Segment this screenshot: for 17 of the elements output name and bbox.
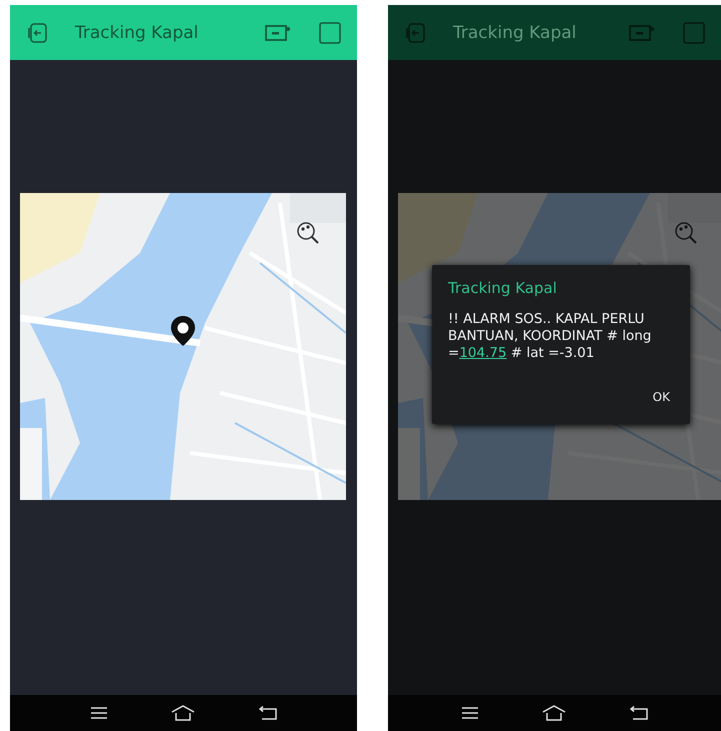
ok-button[interactable]: OK <box>648 384 674 410</box>
home-icon[interactable] <box>542 705 566 721</box>
menu-icon[interactable] <box>90 706 108 720</box>
menu-icon[interactable] <box>460 706 478 720</box>
home-icon[interactable] <box>170 705 194 721</box>
exit-icon[interactable] <box>27 22 49 44</box>
coordinate-link[interactable]: 104.75 <box>459 345 507 361</box>
app-title: Tracking Kapal <box>453 22 578 42</box>
device-icon[interactable] <box>265 24 291 42</box>
dialog-title: Tracking Kapal <box>448 279 558 297</box>
back-icon[interactable] <box>258 706 278 720</box>
square-icon[interactable] <box>319 22 341 44</box>
back-icon[interactable] <box>628 706 648 720</box>
alert-message: !! ALARM SOS.. KAPAL PERLU BANTUAN, KOORDINAT # long =104.75 # lat =-3.01 <box>448 311 652 362</box>
map-pin-icon <box>170 315 196 347</box>
map-search-icon[interactable] <box>296 221 320 245</box>
app-title: Tracking Kapal <box>75 22 200 42</box>
